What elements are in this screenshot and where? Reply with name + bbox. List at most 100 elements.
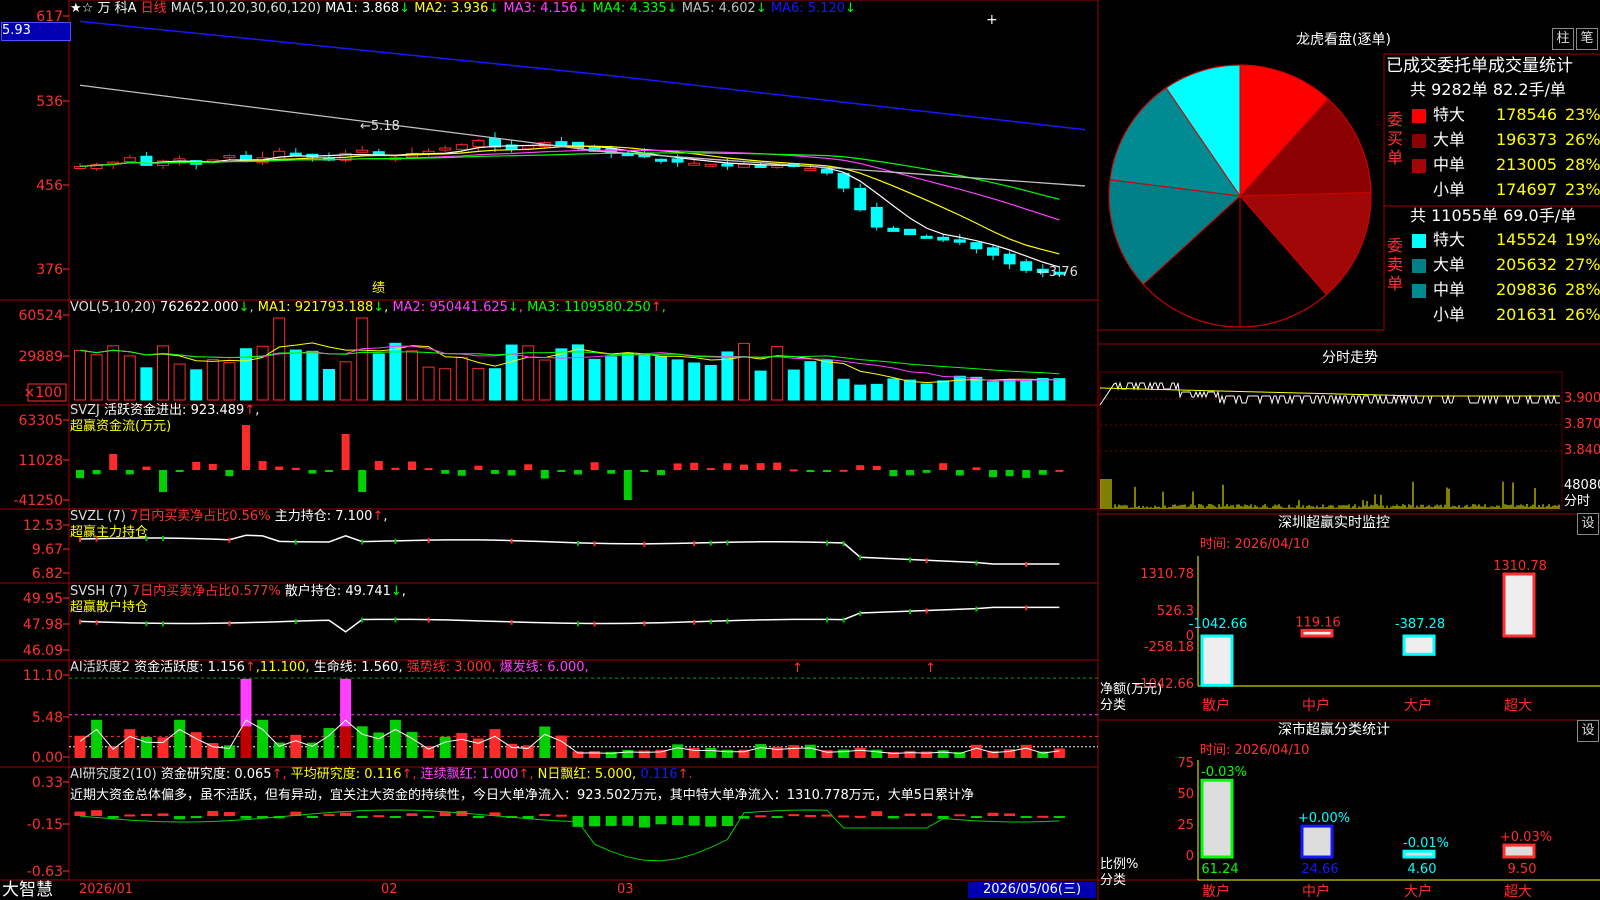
research-bar: [323, 814, 335, 817]
svsh-line-tick: [859, 610, 862, 616]
svsh-line-tick: [427, 617, 430, 623]
activity-bar: [389, 719, 401, 758]
volume-bar: [422, 366, 435, 401]
classify-settings-button[interactable]: 设: [1577, 720, 1599, 742]
fenshi-title: 分时走势: [1322, 350, 1378, 366]
vol-ma-readout-3: MA3: 1109580.250↑,: [527, 300, 666, 315]
bar-mode-button[interactable]: 柱: [1552, 28, 1574, 50]
research-bar: [688, 816, 700, 826]
sell-row-swatch-2: [1412, 259, 1426, 273]
research-bar: [887, 816, 899, 819]
monitor-category: 中户: [1302, 697, 1330, 714]
svzl-line-tick: [1025, 562, 1028, 567]
vol-unit: ×100: [24, 385, 62, 401]
volume-bar: [688, 362, 701, 401]
ai1-tick: 5.48: [32, 710, 63, 726]
research-bar: [223, 812, 235, 816]
candle: [704, 163, 717, 167]
classify-change: -0.01%: [1403, 836, 1449, 851]
svsh-header: SVSH (7) 7日内买卖净占比0.577% 散户持仓: 49.741↓,: [70, 584, 406, 599]
monitor-category: 大户: [1404, 697, 1432, 714]
fund-flow-bar: [1055, 469, 1064, 472]
candle: [721, 163, 734, 167]
fund-flow-bar: [424, 468, 433, 471]
volume-bar: [1020, 380, 1033, 401]
buy-row-value-3: 213005: [1496, 155, 1558, 174]
fund-flow-bar: [540, 470, 549, 479]
volume-bar: [439, 368, 452, 401]
fund-flow-bar: [889, 470, 898, 477]
ai2-commentary: 近期大资金总体偏多，虽不活跃，但有异动，宜关注大资金的持续性，今日大单净流入：9…: [70, 788, 975, 803]
classify-bar: [1300, 824, 1334, 859]
fenshi-tick-1: 3.900: [1564, 391, 1600, 406]
svsh-tick: 47.98: [23, 617, 63, 633]
classify-change: +0.00%: [1298, 811, 1350, 826]
volume-bar: [223, 362, 236, 401]
volume-bar: [256, 345, 269, 401]
period-label[interactable]: 日线: [141, 1, 167, 16]
vol-tick: 29889: [18, 349, 63, 365]
volume-bar: [887, 378, 900, 401]
classify-category: 中户: [1302, 883, 1330, 900]
candle: [472, 139, 485, 148]
svzl-line-tick: [693, 541, 696, 547]
research-bar: [389, 816, 401, 818]
activity-bar: [257, 719, 269, 758]
sell-row-value-3: 209836: [1496, 280, 1558, 299]
candle: [439, 147, 452, 151]
candle: [870, 206, 883, 228]
fund-flow-bar: [76, 470, 84, 479]
activity-bar: [124, 729, 136, 758]
activity-bar: [91, 719, 103, 758]
sell-row-name-2: 大单: [1433, 255, 1466, 274]
activity-bar: [539, 726, 551, 758]
fund-flow-bar: [640, 470, 649, 472]
activity-bar: [788, 745, 800, 758]
activity-bar: [1053, 748, 1065, 758]
volume-bar: [621, 353, 634, 401]
volume-bar: [306, 350, 319, 401]
buy-row-name-4: 小单: [1433, 180, 1466, 199]
ma-line-2: [79, 145, 1060, 255]
volume-bar: [190, 369, 203, 401]
candle: [904, 228, 916, 236]
fund-flow-bar: [839, 469, 848, 472]
monitor-title: 深圳超赢实时监控: [1278, 515, 1390, 531]
fund-flow-bar: [507, 470, 516, 476]
ma-readout-2: MA2: 3.936↓: [410, 1, 500, 16]
buy-row-swatch-1: [1412, 109, 1426, 123]
classify-value: 61.24: [1201, 862, 1238, 877]
sell-row-pct-3: 28%: [1565, 280, 1600, 299]
fund-flow-bar: [955, 470, 964, 476]
activity-bar: [223, 745, 235, 758]
candle: [356, 149, 369, 153]
research-bar: [423, 816, 435, 818]
candle: [953, 239, 966, 243]
monitor-settings-button[interactable]: 设: [1577, 513, 1599, 535]
volume-bar: [572, 344, 584, 401]
fenshi-vol-tick: 48080: [1564, 478, 1600, 493]
volume-bar: [173, 363, 186, 401]
volume-bar: [206, 359, 219, 401]
star-icon[interactable]: ★☆: [70, 1, 93, 16]
fund-flow-bar: [92, 470, 101, 475]
date-label-1: 2026/01: [79, 882, 134, 897]
fund-flow-bar: [474, 465, 483, 470]
vol-header: VOL(5,10,20) 762622.000↓, MA1: 921793.18…: [70, 300, 666, 315]
research-bar: [655, 816, 667, 825]
fund-flow-bar: [1022, 470, 1031, 478]
classify-change: +0.03%: [1500, 830, 1552, 845]
main-canvas[interactable]: 6175364563766052429889×1006330511028-412…: [0, 0, 1600, 900]
lhb-title: 龙虎看盘(逐单): [1296, 32, 1391, 48]
tick-mode-button[interactable]: 笔: [1576, 28, 1598, 50]
candle: [804, 168, 817, 172]
svsh-line-tick: [510, 619, 513, 625]
sell-row-pct-2: 27%: [1565, 255, 1600, 274]
svsh-line-tick: [95, 619, 98, 625]
activity-bar: [804, 744, 816, 758]
buy-row-name-2: 大单: [1433, 130, 1466, 149]
svzl-line-tick: [361, 539, 364, 545]
activity-bar: [572, 751, 584, 758]
fund-flow-bar: [275, 466, 284, 470]
fund-flow-bar: [258, 461, 267, 470]
